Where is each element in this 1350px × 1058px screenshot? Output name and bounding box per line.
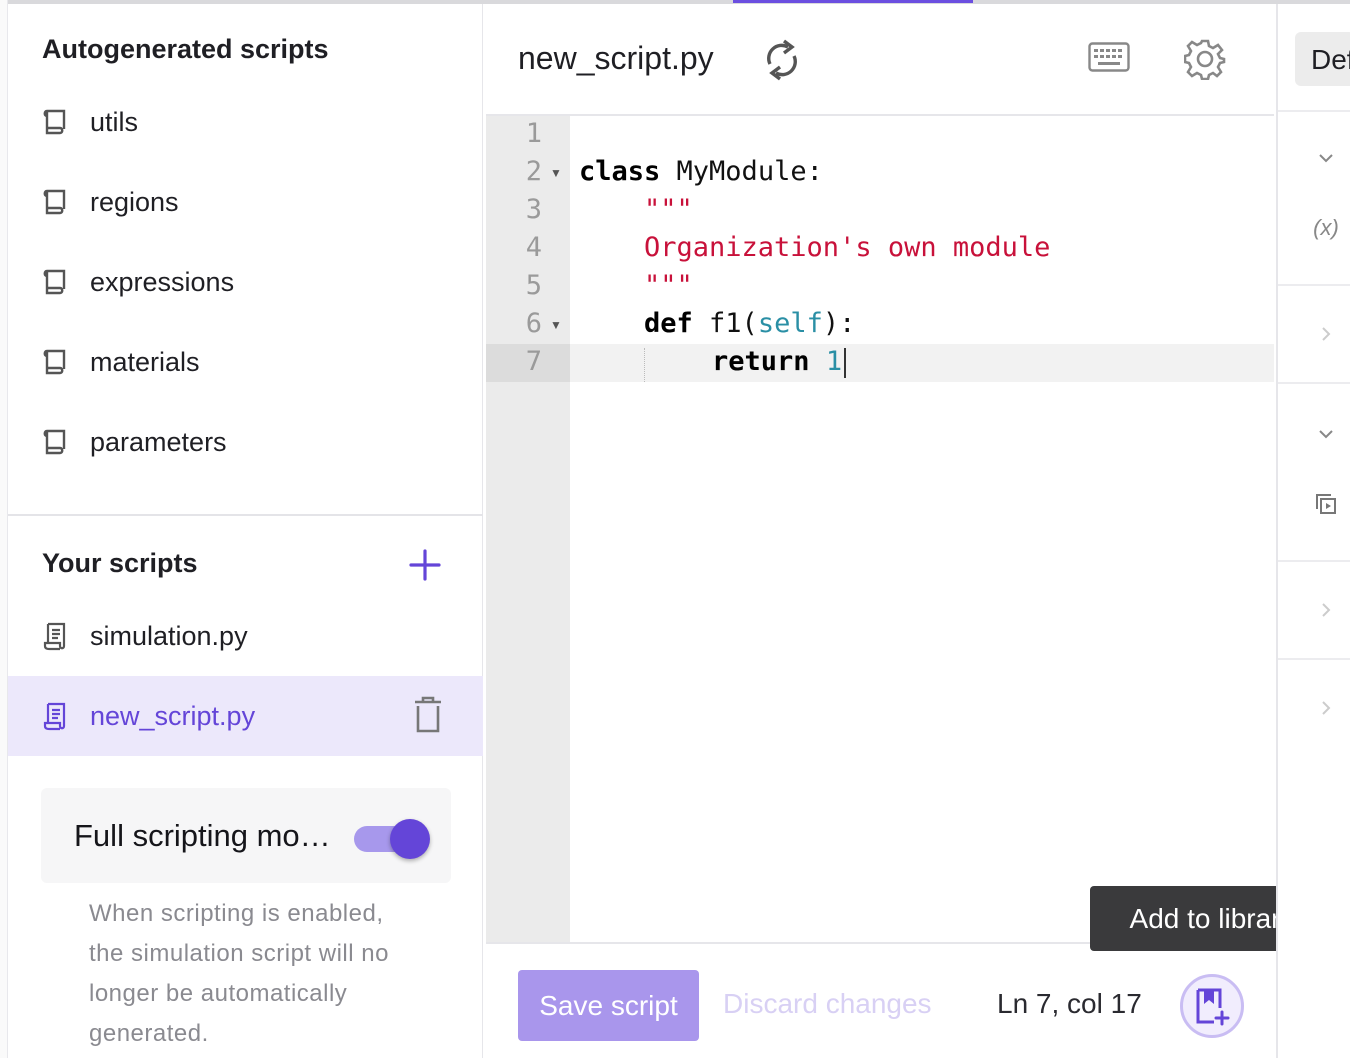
rail-divider bbox=[1278, 382, 1350, 384]
script-item-label: new_script.py bbox=[90, 700, 256, 731]
keyword: return bbox=[712, 346, 810, 377]
scroll-icon bbox=[43, 349, 66, 375]
def-button[interactable]: Def bbox=[1295, 32, 1350, 86]
script-file-icon bbox=[43, 702, 66, 731]
indent-guide bbox=[644, 348, 645, 382]
autogen-item-regions[interactable]: regions bbox=[42, 180, 179, 224]
autogen-item-expressions[interactable]: expressions bbox=[42, 260, 234, 304]
left-edge bbox=[0, 0, 8, 1058]
autogenerated-scripts-title: Autogenerated scripts bbox=[42, 34, 329, 64]
line-number: 3 bbox=[525, 194, 542, 225]
keyword: class bbox=[579, 156, 661, 187]
number-token: 1 bbox=[825, 346, 843, 377]
scroll-icon bbox=[43, 109, 66, 135]
copy-icon[interactable] bbox=[1314, 492, 1338, 516]
rail-divider bbox=[1278, 658, 1350, 660]
editor-header: new_script.py bbox=[486, 4, 1274, 116]
delete-script-button[interactable] bbox=[413, 696, 443, 734]
bookmark-add-icon bbox=[1196, 988, 1230, 1026]
autogen-item-materials[interactable]: materials bbox=[42, 340, 200, 384]
scripts-panel: Autogenerated scripts utils regions expr… bbox=[8, 4, 483, 1058]
autogen-item-label: materials bbox=[90, 346, 200, 377]
fold-arrow-icon[interactable]: ▼ bbox=[550, 318, 562, 332]
text-cursor bbox=[844, 347, 847, 378]
add-script-button[interactable] bbox=[408, 548, 442, 582]
rail-divider bbox=[1278, 284, 1350, 286]
fold-arrow-icon[interactable]: ▼ bbox=[550, 166, 562, 180]
section-divider bbox=[8, 514, 483, 516]
chevron-right-icon[interactable] bbox=[1314, 322, 1338, 346]
add-to-library-button[interactable] bbox=[1180, 974, 1244, 1038]
code-text: MyModule: bbox=[660, 156, 823, 187]
line-number: 6 bbox=[525, 308, 542, 339]
code-line-2: class MyModule: bbox=[579, 156, 823, 187]
code-line-5: """ bbox=[644, 270, 693, 301]
code-line-4: Organization's own module bbox=[644, 232, 1051, 263]
code-text: f1( bbox=[692, 308, 758, 339]
variable-icon[interactable]: (x) bbox=[1310, 215, 1342, 240]
line-number: 4 bbox=[525, 232, 542, 263]
cursor-position: Ln 7, col 17 bbox=[997, 988, 1142, 1019]
sync-icon[interactable] bbox=[762, 38, 802, 82]
gear-icon[interactable] bbox=[1184, 38, 1226, 80]
full-scripting-toggle[interactable] bbox=[354, 818, 432, 859]
code-text: ): bbox=[822, 308, 856, 339]
line-number: 1 bbox=[525, 118, 542, 149]
self-token: self bbox=[757, 308, 823, 339]
rail-divider bbox=[1278, 110, 1350, 112]
autogen-item-label: regions bbox=[90, 186, 179, 217]
line-number: 5 bbox=[525, 270, 542, 301]
toggle-knob bbox=[390, 819, 430, 859]
chevron-down-icon[interactable] bbox=[1314, 146, 1338, 170]
code-line-7: return 1 bbox=[712, 346, 847, 378]
chevron-right-icon[interactable] bbox=[1314, 598, 1338, 622]
code-line-6: def f1(self): bbox=[644, 308, 855, 339]
full-scripting-label: Full scripting mo… bbox=[74, 818, 331, 853]
script-file-icon bbox=[43, 622, 66, 651]
autogen-item-label: utils bbox=[90, 106, 139, 137]
scroll-icon bbox=[43, 429, 66, 455]
rail-divider bbox=[1278, 560, 1350, 562]
keyword: def bbox=[644, 308, 693, 339]
line-number: 7 bbox=[525, 346, 542, 377]
code-line-3: """ bbox=[644, 194, 693, 225]
full-scripting-card: Full scripting mo… bbox=[41, 788, 451, 883]
full-scripting-help: When scripting is enabled, the simulatio… bbox=[89, 900, 389, 1047]
chevron-down-icon[interactable] bbox=[1314, 422, 1338, 446]
line-number: 2 bbox=[525, 156, 542, 187]
right-rail: Def (x) bbox=[1276, 4, 1350, 1058]
chevron-right-icon[interactable] bbox=[1314, 696, 1338, 720]
save-script-button[interactable]: Save script bbox=[518, 970, 699, 1041]
scroll-icon bbox=[43, 269, 66, 295]
active-tab-indicator bbox=[733, 0, 973, 3]
autogen-item-label: expressions bbox=[90, 266, 235, 297]
script-item-new-script[interactable]: new_script.py bbox=[8, 676, 483, 756]
autogen-item-label: parameters bbox=[90, 426, 227, 457]
autogen-item-utils[interactable]: utils bbox=[42, 100, 138, 144]
keyboard-icon[interactable] bbox=[1088, 42, 1130, 72]
script-item-simulation[interactable]: simulation.py bbox=[8, 596, 483, 676]
active-line-highlight bbox=[486, 344, 1274, 382]
your-scripts-title: Your scripts bbox=[42, 548, 198, 578]
discard-changes-button[interactable]: Discard changes bbox=[723, 988, 932, 1020]
autogen-item-parameters[interactable]: parameters bbox=[42, 420, 227, 464]
file-title: new_script.py bbox=[518, 40, 714, 76]
scroll-icon bbox=[43, 189, 66, 215]
script-item-label: simulation.py bbox=[90, 620, 248, 651]
editor-footer: Save script Discard changes Ln 7, col 17 bbox=[486, 942, 1274, 1058]
app-window: Autogenerated scripts utils regions expr… bbox=[0, 0, 1350, 1058]
